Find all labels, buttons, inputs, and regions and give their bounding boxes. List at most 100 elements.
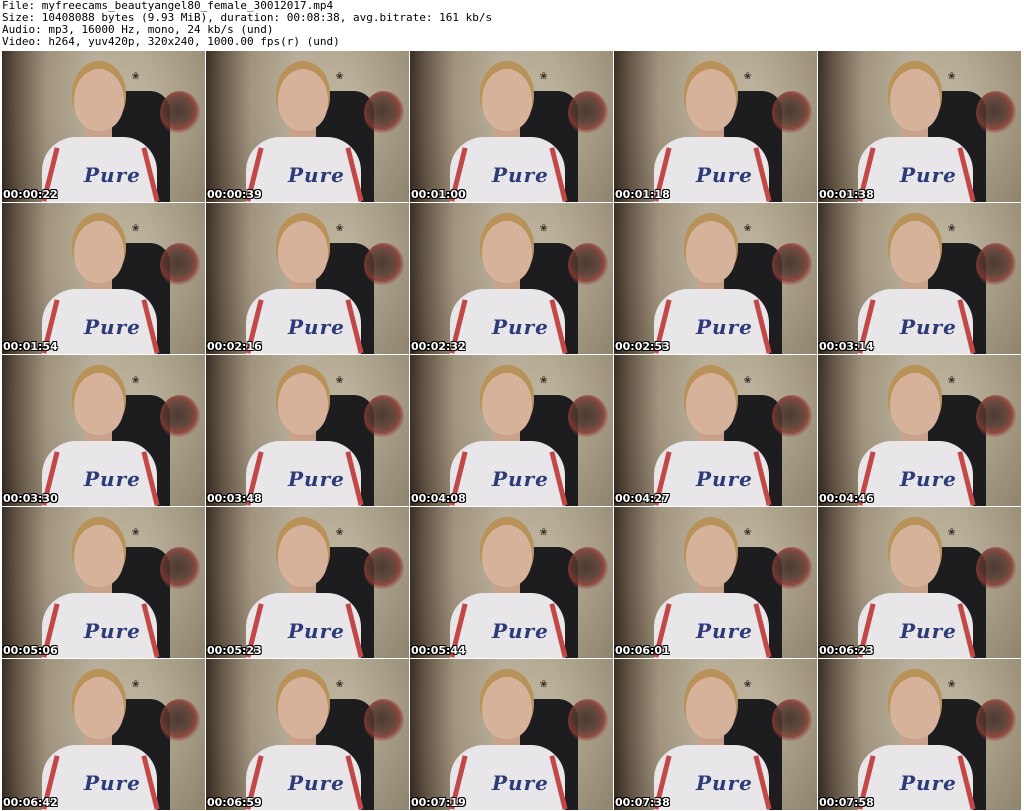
butterfly-icon: ❀ — [948, 372, 956, 386]
video-thumbnail: ❀ Pure 00:05:06 — [2, 507, 205, 658]
butterfly-icon: ❀ — [540, 676, 548, 690]
video-thumbnail: ❀ Pure 00:00:22 — [2, 51, 205, 202]
butterfly-icon: ❀ — [744, 676, 752, 690]
wall-decoration — [568, 395, 608, 439]
butterfly-icon: ❀ — [744, 68, 752, 82]
wall-decoration — [160, 91, 200, 135]
shirt-logo: Pure — [492, 467, 549, 491]
wall-decoration — [364, 243, 404, 287]
wall-decoration — [364, 699, 404, 743]
video-thumbnail: ❀ Pure 00:01:00 — [410, 51, 613, 202]
thumbnail-timestamp: 00:01:00 — [411, 188, 466, 201]
butterfly-icon: ❀ — [336, 68, 344, 82]
video-thumbnail: ❀ Pure 00:06:01 — [614, 507, 817, 658]
thumbnail-timestamp: 00:02:16 — [207, 340, 262, 353]
thumbnail-timestamp: 00:04:27 — [615, 492, 670, 505]
shirt-logo: Pure — [84, 163, 141, 187]
video-thumbnail: ❀ Pure 00:02:16 — [206, 203, 409, 354]
shirt-logo: Pure — [288, 315, 345, 339]
person-head — [482, 677, 532, 739]
wall-decoration — [976, 243, 1016, 287]
thumbnail-timestamp: 00:04:46 — [819, 492, 874, 505]
shirt-logo: Pure — [84, 315, 141, 339]
person-head — [482, 221, 532, 283]
thumbnail-timestamp: 00:06:23 — [819, 644, 874, 657]
wall-decoration — [772, 547, 812, 591]
butterfly-icon: ❀ — [540, 68, 548, 82]
thumbnail-timestamp: 00:03:48 — [207, 492, 262, 505]
butterfly-icon: ❀ — [948, 676, 956, 690]
person-head — [686, 373, 736, 435]
wall-decoration — [976, 699, 1016, 743]
thumbnail-grid: ❀ Pure 00:00:22 ❀ Pure 00:00:39 ❀ Pure 00:01:00 ❀… — [2, 51, 1022, 810]
thumbnail-timestamp: 00:03:14 — [819, 340, 874, 353]
person-head — [74, 69, 124, 131]
thumbnail-timestamp: 00:04:08 — [411, 492, 466, 505]
person-head — [278, 373, 328, 435]
thumbnail-timestamp: 00:07:19 — [411, 796, 466, 809]
video-thumbnail: ❀ Pure 00:05:44 — [410, 507, 613, 658]
video-thumbnail: ❀ Pure 00:05:23 — [206, 507, 409, 658]
media-info-header: File: myfreecams_beautyangel80_female_30… — [2, 0, 1022, 48]
person-head — [482, 373, 532, 435]
butterfly-icon: ❀ — [540, 524, 548, 538]
shirt-logo: Pure — [900, 315, 957, 339]
shirt-logo: Pure — [900, 467, 957, 491]
butterfly-icon: ❀ — [744, 220, 752, 234]
wall-decoration — [772, 395, 812, 439]
video-thumbnail: ❀ Pure 00:04:27 — [614, 355, 817, 506]
shirt-logo: Pure — [492, 163, 549, 187]
shirt-logo: Pure — [492, 771, 549, 795]
shirt-logo: Pure — [492, 619, 549, 643]
wall-decoration — [568, 699, 608, 743]
video-info-line: Video: h264, yuv420p, 320x240, 1000.00 f… — [2, 36, 340, 48]
person-head — [482, 525, 532, 587]
wall-decoration — [568, 91, 608, 135]
wall-decoration — [976, 395, 1016, 439]
butterfly-icon: ❀ — [132, 676, 140, 690]
butterfly-icon: ❀ — [132, 68, 140, 82]
butterfly-icon: ❀ — [132, 220, 140, 234]
shirt-logo: Pure — [696, 163, 753, 187]
audio-info-line: Audio: mp3, 16000 Hz, mono, 24 kb/s (und… — [2, 24, 274, 36]
video-thumbnail: ❀ Pure 00:07:19 — [410, 659, 613, 810]
person-head — [686, 525, 736, 587]
shirt-logo: Pure — [696, 619, 753, 643]
thumbnail-timestamp: 00:01:38 — [819, 188, 874, 201]
video-thumbnail: ❀ Pure 00:00:39 — [206, 51, 409, 202]
wall-decoration — [976, 547, 1016, 591]
video-thumbnail: ❀ Pure 00:01:54 — [2, 203, 205, 354]
thumbnail-timestamp: 00:03:30 — [3, 492, 58, 505]
butterfly-icon: ❀ — [744, 372, 752, 386]
person-head — [74, 525, 124, 587]
butterfly-icon: ❀ — [540, 372, 548, 386]
wall-decoration — [364, 395, 404, 439]
person-head — [278, 525, 328, 587]
shirt-logo: Pure — [696, 467, 753, 491]
person-head — [482, 69, 532, 131]
file-size-line: Size: 10408088 bytes (9.93 MiB), duratio… — [2, 12, 493, 24]
shirt-logo: Pure — [84, 771, 141, 795]
butterfly-icon: ❀ — [336, 372, 344, 386]
shirt-logo: Pure — [288, 467, 345, 491]
person-head — [74, 373, 124, 435]
file-name-line: File: myfreecams_beautyangel80_female_30… — [2, 0, 334, 12]
video-thumbnail: ❀ Pure 00:03:30 — [2, 355, 205, 506]
video-thumbnail: ❀ Pure 00:02:53 — [614, 203, 817, 354]
butterfly-icon: ❀ — [336, 524, 344, 538]
thumbnail-timestamp: 00:06:42 — [3, 796, 58, 809]
thumbnail-timestamp: 00:07:58 — [819, 796, 874, 809]
wall-decoration — [364, 547, 404, 591]
thumbnail-timestamp: 00:05:06 — [3, 644, 58, 657]
thumbnail-timestamp: 00:01:54 — [3, 340, 58, 353]
wall-decoration — [976, 91, 1016, 135]
shirt-logo: Pure — [288, 619, 345, 643]
thumbnail-timestamp: 00:00:22 — [3, 188, 58, 201]
video-thumbnail: ❀ Pure 00:02:32 — [410, 203, 613, 354]
person-head — [890, 221, 940, 283]
butterfly-icon: ❀ — [948, 524, 956, 538]
butterfly-icon: ❀ — [744, 524, 752, 538]
wall-decoration — [160, 243, 200, 287]
video-thumbnail: ❀ Pure 00:04:46 — [818, 355, 1021, 506]
person-head — [890, 525, 940, 587]
